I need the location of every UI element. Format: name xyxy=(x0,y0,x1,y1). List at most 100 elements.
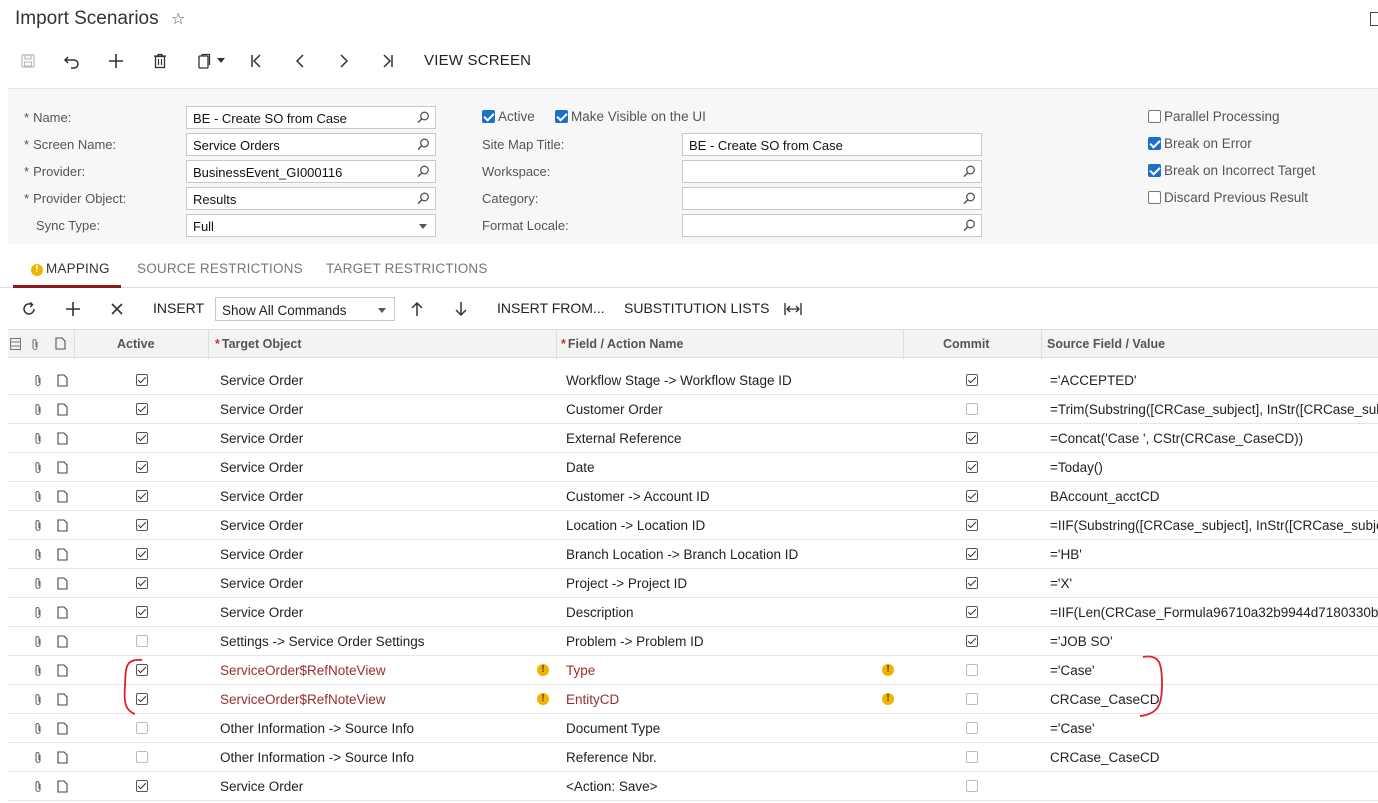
row-commit-checkbox[interactable] xyxy=(966,606,978,618)
row-target-object[interactable]: Service Order xyxy=(220,402,303,417)
row-target-object[interactable]: Service Order xyxy=(220,605,303,620)
note-icon[interactable] xyxy=(57,490,68,506)
row-field-action[interactable]: Type xyxy=(566,663,595,678)
copy-menu-chevron-down-icon[interactable] xyxy=(214,50,228,72)
row-source-field[interactable]: =Concat('Case ', CStr(CRCase_CaseCD)) xyxy=(1050,431,1303,446)
note-icon[interactable] xyxy=(57,374,68,390)
close-icon[interactable] xyxy=(106,299,128,319)
substitution-lists-button[interactable]: SUBSTITUTION LISTS xyxy=(624,300,769,316)
row-active-checkbox[interactable] xyxy=(136,548,148,560)
break-on-incorrect-target-checkbox[interactable] xyxy=(1148,164,1161,177)
row-field-action[interactable]: Description xyxy=(566,605,634,620)
add-icon[interactable] xyxy=(104,50,128,72)
workspace-field[interactable] xyxy=(682,160,982,183)
row-source-field[interactable]: CRCase_CaseCD xyxy=(1050,750,1160,765)
table-row[interactable]: Service Order Customer -> Account ID BAcco… xyxy=(8,482,1378,511)
site-map-title-field[interactable]: BE - Create SO from Case xyxy=(682,133,982,156)
row-field-action[interactable]: Customer -> Account ID xyxy=(566,489,710,504)
row-field-action[interactable]: Branch Location -> Branch Location ID xyxy=(566,547,798,562)
row-active-checkbox[interactable] xyxy=(136,693,148,705)
row-target-object[interactable]: ServiceOrder$RefNoteView xyxy=(220,663,386,678)
active-checkbox[interactable] xyxy=(482,110,495,123)
row-source-field[interactable]: ='X' xyxy=(1050,576,1072,591)
note-icon[interactable] xyxy=(57,548,68,564)
insert-button[interactable]: INSERT xyxy=(153,300,204,316)
table-row[interactable]: Other Information -> Source Info Referenc… xyxy=(8,743,1378,772)
paperclip-icon[interactable] xyxy=(33,780,43,796)
provider-object-field[interactable]: Results xyxy=(186,187,436,210)
column-header-field-action[interactable]: * Field / Action Name xyxy=(561,337,683,351)
parallel-processing-checkbox[interactable] xyxy=(1148,110,1161,123)
row-source-field[interactable]: =IIF(Len(CRCase_Formula96710a32b9944d718… xyxy=(1050,605,1378,620)
row-source-field[interactable]: =IIF(Substring([CRCase_subject], InStr([… xyxy=(1050,518,1378,533)
row-commit-checkbox[interactable] xyxy=(966,374,978,386)
row-commit-checkbox[interactable] xyxy=(966,577,978,589)
row-commit-checkbox[interactable] xyxy=(966,780,978,792)
row-active-checkbox[interactable] xyxy=(136,751,148,763)
column-header-source-field[interactable]: Source Field / Value xyxy=(1047,337,1165,351)
row-commit-checkbox[interactable] xyxy=(966,403,978,415)
sync-type-select[interactable]: Full xyxy=(186,214,436,237)
note-icon[interactable] xyxy=(57,519,68,535)
row-commit-checkbox[interactable] xyxy=(966,751,978,763)
row-commit-checkbox[interactable] xyxy=(966,635,978,647)
clipboard-icon[interactable] xyxy=(192,50,216,72)
row-target-object[interactable]: Other Information -> Source Info xyxy=(220,721,414,736)
row-commit-checkbox[interactable] xyxy=(966,432,978,444)
row-field-action[interactable]: Date xyxy=(566,460,595,475)
paperclip-icon[interactable] xyxy=(33,635,43,651)
note-icon[interactable] xyxy=(57,432,68,448)
note-icon[interactable] xyxy=(57,461,68,477)
row-field-action[interactable]: External Reference xyxy=(566,431,682,446)
paperclip-icon[interactable] xyxy=(33,693,43,709)
paperclip-icon[interactable] xyxy=(33,606,43,622)
arrow-up-icon[interactable] xyxy=(406,299,428,319)
note-icon[interactable] xyxy=(57,693,68,709)
paperclip-icon[interactable] xyxy=(33,577,43,593)
tab-mapping[interactable]: ! MAPPING xyxy=(31,261,110,276)
row-active-checkbox[interactable] xyxy=(136,403,148,415)
row-commit-checkbox[interactable] xyxy=(966,548,978,560)
category-field[interactable] xyxy=(682,187,982,210)
row-field-action[interactable]: Location -> Location ID xyxy=(566,518,705,533)
note-icon[interactable] xyxy=(57,606,68,622)
table-row[interactable]: Service Order Date =Today() xyxy=(8,453,1378,482)
note-icon[interactable] xyxy=(57,780,68,796)
panel-toggle-icon[interactable] xyxy=(1370,12,1378,26)
row-commit-checkbox[interactable] xyxy=(966,490,978,502)
row-target-object[interactable]: ServiceOrder$RefNoteView xyxy=(220,692,386,707)
row-source-field[interactable]: =Trim(Substring([CRCase_subject], InStr(… xyxy=(1050,402,1378,417)
arrow-down-icon[interactable] xyxy=(450,299,472,319)
row-commit-checkbox[interactable] xyxy=(966,722,978,734)
row-target-object[interactable]: Service Order xyxy=(220,779,303,794)
row-target-object[interactable]: Settings -> Service Order Settings xyxy=(220,634,424,649)
row-target-object[interactable]: Other Information -> Source Info xyxy=(220,750,414,765)
make-visible-checkbox[interactable] xyxy=(555,110,568,123)
commands-select[interactable]: Show All Commands xyxy=(215,297,395,321)
screen-name-field[interactable]: Service Orders xyxy=(186,133,436,156)
row-field-action[interactable]: <Action: Save> xyxy=(566,779,658,794)
row-commit-checkbox[interactable] xyxy=(966,519,978,531)
table-row[interactable]: Service Order Description =IIF(Len(CRCase_… xyxy=(8,598,1378,627)
table-row[interactable]: Service Order Project -> Project ID ='X' xyxy=(8,569,1378,598)
row-source-field[interactable]: CRCase_CaseCD xyxy=(1050,692,1160,707)
row-field-action[interactable]: EntityCD xyxy=(566,692,619,707)
table-row[interactable]: Service Order Branch Location -> Branch L… xyxy=(8,540,1378,569)
row-source-field[interactable]: ='HB' xyxy=(1050,547,1082,562)
row-commit-checkbox[interactable] xyxy=(966,693,978,705)
row-target-object[interactable]: Service Order xyxy=(220,518,303,533)
column-header-target-object[interactable]: * Target Object xyxy=(215,337,302,351)
table-row[interactable]: Service Order <Action: Save> xyxy=(8,772,1378,801)
paperclip-icon[interactable] xyxy=(33,490,43,506)
row-active-checkbox[interactable] xyxy=(136,664,148,676)
row-target-object[interactable]: Service Order xyxy=(220,460,303,475)
note-icon[interactable] xyxy=(57,577,68,593)
first-page-icon[interactable] xyxy=(244,50,268,72)
row-target-object[interactable]: Service Order xyxy=(220,576,303,591)
row-target-object[interactable]: Service Order xyxy=(220,373,303,388)
chevron-right-icon[interactable] xyxy=(332,50,356,72)
paperclip-icon[interactable] xyxy=(33,751,43,767)
column-settings-icon[interactable] xyxy=(10,338,21,350)
row-field-action[interactable]: Workflow Stage -> Workflow Stage ID xyxy=(566,373,792,388)
paperclip-icon[interactable] xyxy=(33,664,43,680)
